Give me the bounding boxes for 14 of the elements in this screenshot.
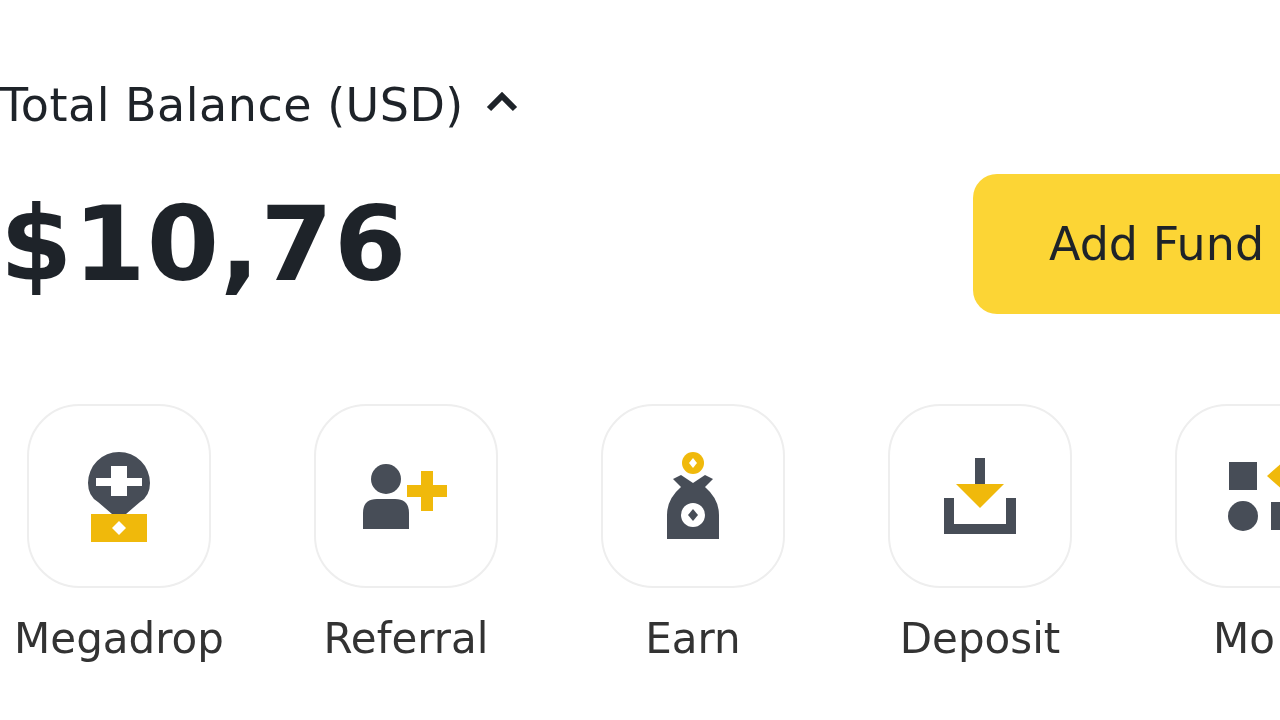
shortcut-label: Mo: [1213, 614, 1275, 663]
shortcut-label: Megadrop: [14, 614, 224, 663]
download-icon: [942, 456, 1018, 536]
shortcut-tile[interactable]: [601, 404, 785, 588]
balance-amount: $10,76: [0, 183, 408, 305]
chevron-up-icon[interactable]: [485, 92, 518, 112]
shortcut-tile[interactable]: [314, 404, 498, 588]
shortcut-label: Earn: [645, 614, 741, 663]
shortcut-tile[interactable]: [27, 404, 211, 588]
shortcut-label: Referral: [323, 614, 489, 663]
add-funds-button[interactable]: Add Fund: [973, 174, 1280, 314]
shortcut-label: Deposit: [899, 614, 1061, 663]
shortcut-tile[interactable]: [888, 404, 1072, 588]
balance-label: Total Balance (USD): [0, 78, 464, 132]
